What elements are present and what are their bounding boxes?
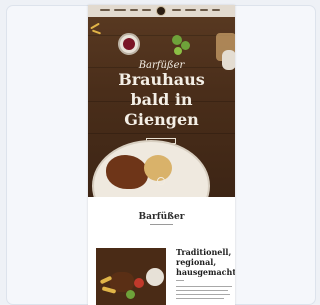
brand-divider [150,224,173,225]
nav-item[interactable] [185,9,196,11]
roast-image [106,155,148,189]
subheading-line: Traditionell, [176,247,232,257]
hero-headline: Brauhaus bald in Giengen [88,70,235,130]
nav-item[interactable] [114,9,126,11]
nav-item[interactable] [172,9,181,11]
text-line [176,290,228,291]
subheading-line: regional, [176,257,217,267]
nav-item[interactable] [100,9,110,11]
nav-item[interactable] [200,9,208,11]
headline-line: bald in [130,90,193,109]
website-screenshot[interactable]: Barfüßer Brauhaus bald in Giengen Barfüß… [88,5,235,305]
headline-line: Brauhaus [118,70,205,89]
wood-plank-line [88,133,235,134]
vegetable-image [126,290,135,299]
brand-wordmark: Barfüßer [138,212,185,222]
vegetable-image [134,278,144,288]
fries-image [91,29,102,35]
brand-logo-icon[interactable] [156,6,166,16]
top-navigation [88,5,235,17]
hero-section: Barfüßer Brauhaus bald in Giengen [88,5,235,197]
text-line [176,280,184,281]
berry-bowl-image [118,33,140,55]
subheading-line: hausgemacht [176,267,235,277]
text-line [176,294,230,295]
headline-line: Giengen [124,110,199,129]
food-photo [96,248,166,305]
nav-item[interactable] [212,9,220,11]
section-subheading: Traditionell, regional, hausgemacht [176,247,235,277]
wood-plank-line [88,35,235,36]
plate-logo-icon [157,177,165,185]
text-line [176,298,224,299]
fries-image [90,22,100,30]
text-line [176,286,232,287]
herb-image [181,41,190,50]
nav-item[interactable] [142,9,151,11]
sauce-bowl-image [146,268,164,286]
nav-item[interactable] [130,9,138,11]
herb-image [174,47,182,55]
